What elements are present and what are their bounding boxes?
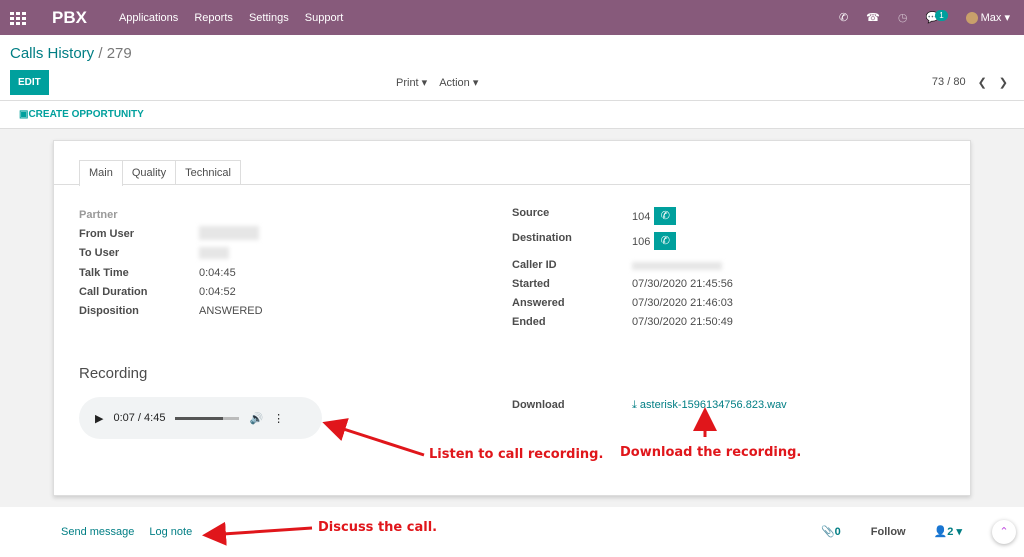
user-icon: 👤	[933, 526, 948, 538]
annotation-arrows	[202, 407, 717, 546]
annotation-download: Download the recording.	[620, 445, 802, 460]
clickup-icon[interactable]: ⌃	[992, 519, 1016, 544]
arrow-listen	[322, 418, 425, 457]
follow-button[interactable]: Follow	[871, 526, 906, 538]
annotation-listen: Listen to call recording.	[429, 447, 604, 462]
attachments-button[interactable]: 📎0	[821, 525, 841, 538]
send-message-button[interactable]: Send message	[61, 526, 134, 538]
paperclip-icon: 📎	[820, 526, 835, 538]
log-note-button[interactable]: Log note	[149, 526, 192, 538]
followers-button[interactable]: 👤2 ▾	[934, 525, 962, 538]
chatter: Send message Log note 📎0 Follow 👤2 ▾ ⌃	[0, 506, 1024, 557]
